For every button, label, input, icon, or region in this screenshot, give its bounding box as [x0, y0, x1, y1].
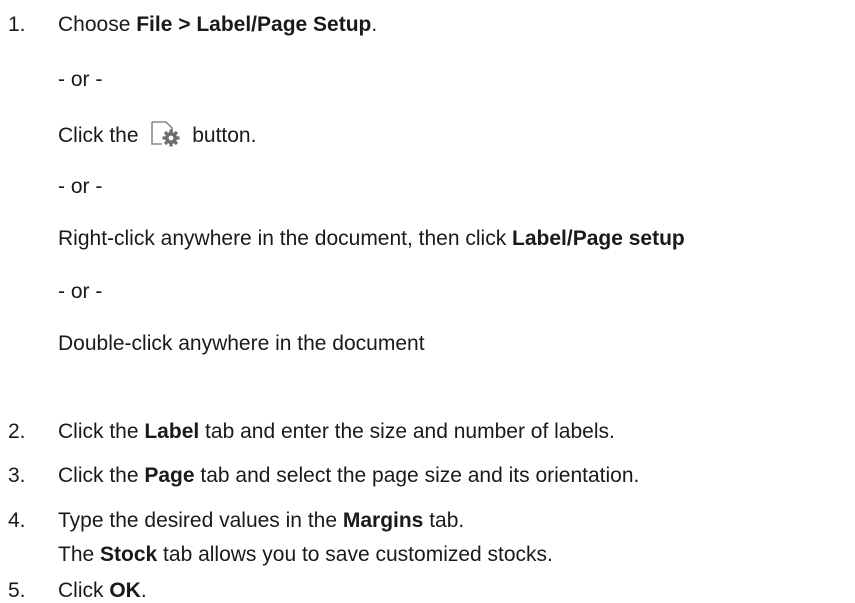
step-2-prefix: Click the [58, 420, 145, 443]
alt-click-suffix: button. [192, 124, 257, 147]
step-2-text: Click the Label tab and enter the size a… [58, 419, 615, 444]
or-separator: - or - [58, 68, 103, 91]
step-1-suffix: . [371, 13, 378, 36]
step-5-suffix: . [140, 579, 147, 602]
menu-item-label-page-setup: Label/Page setup [512, 227, 685, 250]
step-1-number: 1. [8, 13, 26, 36]
step-4-note-suffix: tab allows you to save customized stocks… [157, 543, 553, 566]
step-4-suffix: tab. [423, 509, 465, 532]
or-separator: - or - [58, 280, 103, 303]
step-5-prefix: Click [58, 579, 110, 602]
menu-path-file-label-page-setup: File > Label/Page Setup [136, 13, 372, 36]
step-4-text: Type the desired values in the Margins t… [58, 508, 464, 533]
step-5-number: 5. [8, 579, 26, 602]
tab-name-stock: Stock [100, 543, 158, 566]
step-3-prefix: Click the [58, 464, 145, 487]
step-3-suffix: tab and select the page size and its ori… [194, 464, 640, 487]
step-3-text: Click the Page tab and select the page s… [58, 463, 639, 488]
step-3-number: 3. [8, 464, 26, 487]
alt-rightclick-prefix: Right-click anywhere in the document, th… [58, 227, 513, 250]
step-1-text: Choose File > Label/Page Setup. [58, 12, 377, 37]
tab-name-margins: Margins [342, 509, 424, 532]
step-5-text: Click OK. [58, 578, 147, 603]
alt-doubleclick-line: Double-click anywhere in the document [58, 332, 425, 355]
alt-click-prefix: Click the [58, 124, 139, 147]
step-4-prefix: Type the desired values in the [58, 509, 343, 532]
alt-rightclick-line: Right-click anywhere in the document, th… [58, 226, 685, 251]
step-4-number: 4. [8, 509, 26, 532]
step-1-prefix: Choose [58, 13, 137, 36]
page-setup-gear-icon [151, 121, 180, 147]
alt-click-button-line: Click the button. [58, 120, 256, 148]
step-2-suffix: tab and enter the size and number of lab… [199, 420, 615, 443]
step-4-note-prefix: The [58, 543, 101, 566]
tab-name-label: Label [144, 420, 200, 443]
or-separator: - or - [58, 175, 103, 198]
ok-label: OK [109, 579, 141, 602]
step-4-note: The Stock tab allows you to save customi… [58, 542, 553, 567]
tab-name-page: Page [144, 464, 195, 487]
step-2-number: 2. [8, 420, 26, 443]
